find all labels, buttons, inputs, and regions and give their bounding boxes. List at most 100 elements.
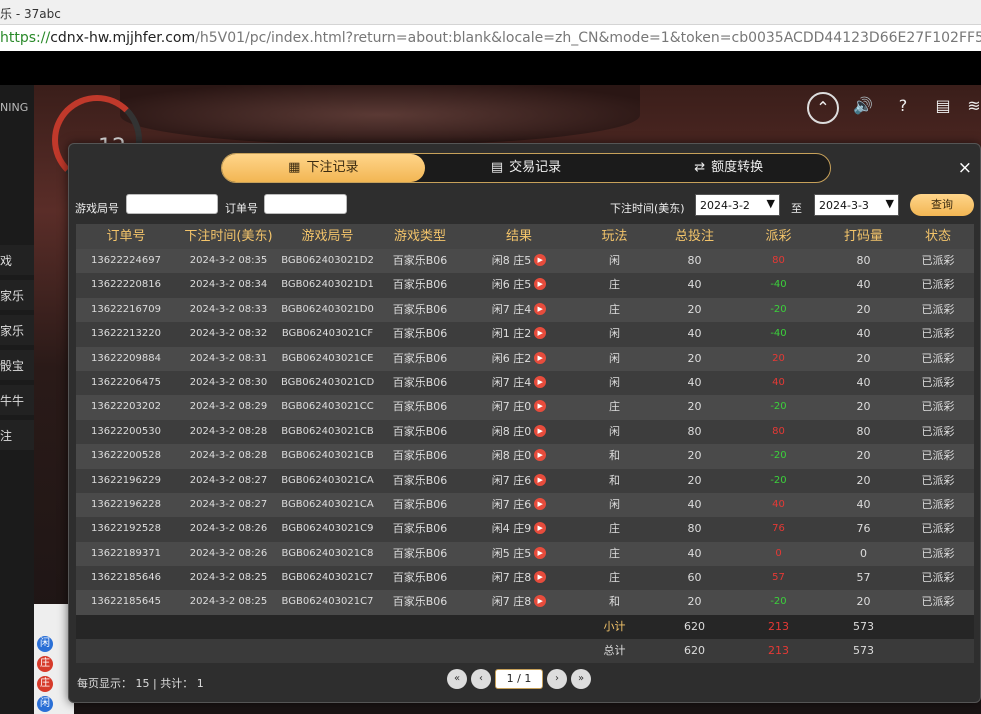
help-icon[interactable]: ? <box>887 92 919 124</box>
bet-side-text: 和 <box>609 449 620 463</box>
table-footer: 每页显示： 15 | 共计： 1 « ‹ 1 / 1 › » <box>77 669 967 693</box>
play-replay-icon[interactable]: ▶ <box>534 278 547 291</box>
status-text: 已派彩 <box>921 473 955 487</box>
bet-side-text: 庄 <box>609 522 620 536</box>
play-replay-icon[interactable]: ▶ <box>534 302 547 315</box>
first-page-icon[interactable]: « <box>447 669 467 689</box>
play-replay-icon[interactable]: ▶ <box>534 424 547 437</box>
status-text: 已派彩 <box>921 546 955 560</box>
bet-side-text: 闲 <box>609 327 620 341</box>
bet-history-dialog: ▦ 下注记录 ▤ 交易记录 ⇄ 额度转换 × 游戏局号 订单号 下注时间(美东) 20… <box>68 143 981 703</box>
address-bar[interactable]: https://cdnx-hw.mjjhfer.com/h5V01/pc/ind… <box>0 25 981 51</box>
bet-side-text: 庄 <box>609 400 620 414</box>
play-replay-icon[interactable]: ▶ <box>534 254 547 266</box>
status-cell: 已派彩 <box>902 469 974 493</box>
payout-text: -20 <box>770 303 787 315</box>
record-tabs: ▦ 下注记录 ▤ 交易记录 ⇄ 额度转换 <box>221 153 831 183</box>
side-item-0[interactable]: 戏 <box>0 245 34 275</box>
last-page-icon[interactable]: » <box>571 669 591 689</box>
play-replay-icon[interactable]: ▶ <box>534 546 547 559</box>
play-replay-icon[interactable]: ▶ <box>534 400 547 413</box>
column-header: 游戏局号 <box>301 229 354 244</box>
end-date-select[interactable]: 2024-3-3 ▼ <box>814 194 899 216</box>
status-text: 已派彩 <box>921 424 955 438</box>
bet-time-text: 2024-3-2 08:25 <box>189 596 268 608</box>
wager-amount-cell: 20 <box>825 590 902 614</box>
prev-page-icon[interactable]: ‹ <box>471 669 491 689</box>
bet-side-cell: 庄 <box>572 517 657 541</box>
next-page-icon[interactable]: › <box>547 669 567 689</box>
game-type-cell: 百家乐B06 <box>374 273 466 297</box>
game-number-text: BGB062403021C7 <box>281 572 374 584</box>
tab-credit-transfer[interactable]: ⇄ 额度转换 <box>627 154 830 182</box>
volume-icon[interactable]: 🔊 <box>847 92 879 124</box>
total-bet-cell: 40 <box>657 371 732 395</box>
order-number-text: 13622200530 <box>91 425 161 437</box>
play-replay-icon[interactable]: ▶ <box>534 522 547 535</box>
order-number-text: 13622209884 <box>91 352 161 364</box>
side-item-4[interactable]: 牛牛 <box>0 385 34 415</box>
wager-amount-text: 20 <box>856 595 871 609</box>
play-replay-icon[interactable]: ▶ <box>534 351 547 364</box>
side-item-2[interactable]: 家乐 <box>0 315 34 345</box>
total-bet-text: 60 <box>687 571 702 585</box>
game-type-text: 百家乐B06 <box>392 254 448 267</box>
play-replay-icon[interactable]: ▶ <box>534 375 547 388</box>
game-type-cell: 百家乐B06 <box>374 347 466 371</box>
game-type-cell: 百家乐B06 <box>374 542 466 566</box>
wager-amount-text: 20 <box>856 449 871 463</box>
wager-amount-cell: 40 <box>825 273 902 297</box>
tab-bet-record[interactable]: ▦ 下注记录 <box>222 154 425 182</box>
play-replay-icon[interactable]: ▶ <box>534 497 547 510</box>
bet-side-cell: 庄 <box>572 298 657 322</box>
order-number-cell: 13622220816 <box>76 273 176 297</box>
order-number-cell: 13622216709 <box>76 298 176 322</box>
result-cell: 闲8 庄0 ▶ <box>466 420 572 444</box>
bet-time-text: 2024-3-2 08:32 <box>189 328 268 340</box>
total-bet-cell: 60 <box>657 566 732 590</box>
bet-side-cell: 闲 <box>572 249 657 273</box>
page-number-input[interactable]: 1 / 1 <box>495 669 543 689</box>
result-text: 闲7 庄4 <box>491 375 532 389</box>
start-date-select[interactable]: 2024-3-2 ▼ <box>695 194 780 216</box>
order-no-input[interactable] <box>264 194 347 214</box>
tab-label: 交易记录 <box>509 160 562 175</box>
table-row: 13622213220 2024-3-2 08:32 BGB062403021CF 百… <box>76 322 974 347</box>
per-page-label: 每页显示： <box>77 677 132 690</box>
subtotal-payout: 213 <box>768 619 789 633</box>
result-text: 闲7 庄4 <box>491 302 532 316</box>
query-button[interactable]: 查询 <box>910 194 974 216</box>
bet-time-cell: 2024-3-2 08:27 <box>176 493 281 517</box>
bet-time-cell: 2024-3-2 08:33 <box>176 298 281 322</box>
payout-cell: -40 <box>732 322 825 346</box>
wager-amount-text: 20 <box>856 351 871 365</box>
game-type-text: 百家乐B06 <box>392 375 448 389</box>
tab-transaction-record[interactable]: ▤ 交易记录 <box>425 154 628 182</box>
close-icon[interactable]: × <box>958 158 972 178</box>
side-item-3[interactable]: 骰宝 <box>0 350 34 380</box>
bet-time-text: 2024-3-2 08:26 <box>189 523 268 535</box>
side-item-5[interactable]: 注 <box>0 420 34 450</box>
result-cell: 闲7 庄4 ▶ <box>466 371 572 395</box>
order-number-text: 13622192528 <box>91 523 161 535</box>
status-cell: 已派彩 <box>902 590 974 614</box>
dropdown-arrow-icon: ▼ <box>885 197 894 210</box>
total-bet-cell: 20 <box>657 395 732 419</box>
wager-amount-cell: 40 <box>825 371 902 395</box>
bet-side-cell: 庄 <box>572 395 657 419</box>
play-replay-icon[interactable]: ▶ <box>534 327 547 340</box>
play-replay-icon[interactable]: ▶ <box>534 473 547 486</box>
brand-logo: NING <box>0 101 29 114</box>
records-icon[interactable]: ▤ <box>927 92 959 124</box>
bet-side-text: 闲 <box>609 497 620 511</box>
side-item-1[interactable]: 家乐 <box>0 280 34 310</box>
play-replay-icon[interactable]: ▶ <box>534 595 547 608</box>
subtotal-wager: 573 <box>853 619 874 633</box>
grandtotal-wager: 573 <box>853 643 874 657</box>
play-replay-icon[interactable]: ▶ <box>534 449 547 462</box>
chevron-up-icon[interactable]: ⌃ <box>807 92 839 124</box>
payout-cell: -20 <box>732 469 825 493</box>
order-number-cell: 13622192528 <box>76 517 176 541</box>
game-no-input[interactable] <box>126 194 218 214</box>
play-replay-icon[interactable]: ▶ <box>534 571 547 584</box>
